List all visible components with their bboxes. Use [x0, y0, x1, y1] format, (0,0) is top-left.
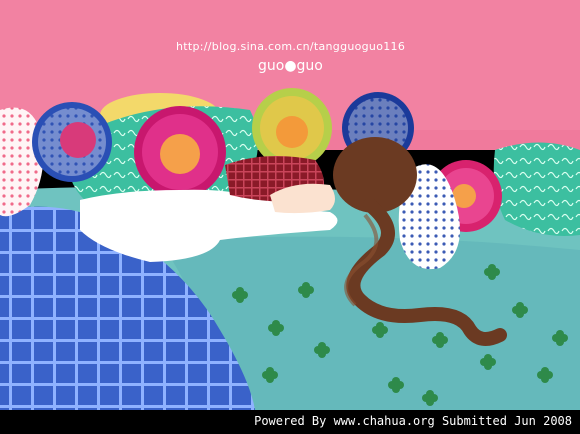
- blue-flower-cushion: [32, 102, 112, 182]
- watermark-signature: guo●guo: [258, 58, 323, 74]
- footer-credit: Powered By www.chahua.org Submitted Jun …: [254, 414, 572, 428]
- illustration-canvas: http://blog.sina.com.cn/tangguoguo116 gu…: [0, 0, 580, 434]
- magenta-flower-cushion: [134, 106, 226, 198]
- footer-bar: Powered By www.chahua.org Submitted Jun …: [0, 410, 580, 434]
- watermark-url: http://blog.sina.com.cn/tangguoguo116: [176, 40, 406, 53]
- green-flower-cushion: [252, 88, 332, 168]
